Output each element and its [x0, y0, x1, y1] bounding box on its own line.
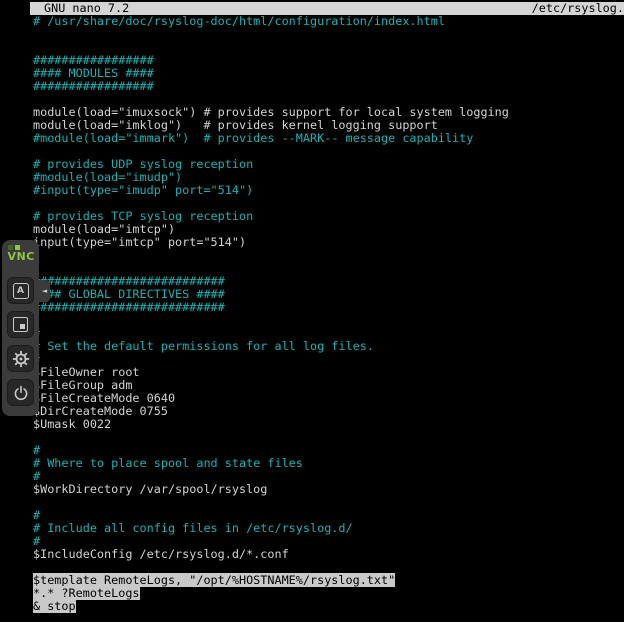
nano-filename: /etc/rsyslog.: [532, 2, 624, 15]
terminal-line: #################: [33, 80, 624, 93]
terminal-line: [33, 314, 624, 327]
terminal-line: [33, 496, 624, 509]
nano-editor[interactable]: GNU nano 7.2 /etc/rsyslog. # /usr/share/…: [30, 2, 624, 622]
terminal-line: # Include all config files in /etc/rsysl…: [33, 522, 624, 535]
terminal-line: $IncludeConfig /etc/rsyslog.d/*.conf: [33, 548, 624, 561]
terminal-line: #input(type="imudp" port="514"): [33, 184, 624, 197]
vnc-screen: GNU nano 7.2 /etc/rsyslog. # /usr/share/…: [0, 0, 624, 622]
settings-button[interactable]: [7, 345, 34, 372]
fullscreen-icon: [13, 317, 28, 332]
terminal-line: & stop: [33, 600, 624, 613]
keyboard-button[interactable]: A: [7, 277, 34, 304]
toolbar-collapse-handle[interactable]: ◄: [39, 280, 50, 302]
gear-icon: [12, 350, 30, 368]
terminal-line: # /usr/share/doc/rsyslog-doc/html/config…: [33, 15, 624, 28]
terminal-line: input(type="imtcp" port="514"): [33, 236, 624, 249]
terminal-line: #module(load="immark") # provides --MARK…: [33, 132, 624, 145]
novnc-logo[interactable]: VNC: [6, 245, 36, 273]
fullscreen-button[interactable]: [7, 311, 34, 338]
power-icon: [13, 385, 29, 401]
terminal-line: [33, 28, 624, 41]
terminal-line: [33, 431, 624, 444]
terminal-line: # Set the default permissions for all lo…: [33, 340, 624, 353]
terminal-line: $Umask 0022: [33, 418, 624, 431]
chevron-left-icon: ◄: [42, 287, 47, 295]
terminal-line: # Where to place spool and state files: [33, 457, 624, 470]
power-button[interactable]: [7, 379, 34, 406]
terminal-line: $DirCreateMode 0755: [33, 405, 624, 418]
terminal-line: ###########################: [33, 301, 624, 314]
terminal-text-area: # /usr/share/doc/rsyslog-doc/html/config…: [30, 15, 624, 613]
novnc-control-bar: VNC A: [2, 240, 39, 416]
terminal-line: [33, 249, 624, 262]
terminal-line: $WorkDirectory /var/spool/rsyslog: [33, 483, 624, 496]
novnc-logo-text: VNC: [6, 250, 36, 264]
terminal-line: *.* ?RemoteLogs: [33, 587, 624, 600]
keyboard-icon: A: [13, 283, 29, 299]
